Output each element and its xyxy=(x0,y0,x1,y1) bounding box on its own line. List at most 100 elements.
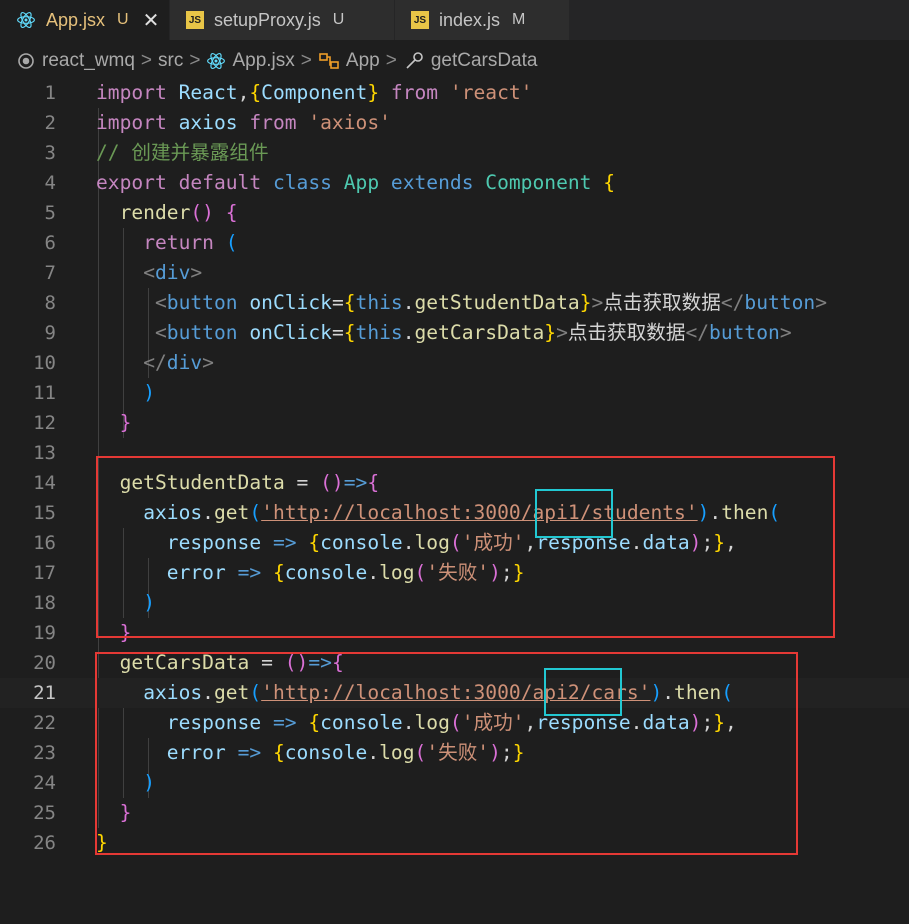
code-text: import axios from 'axios' xyxy=(96,108,391,138)
code-token: < xyxy=(154,291,167,314)
tab-status-badge: M xyxy=(512,11,526,28)
line-number: 9 xyxy=(44,322,56,344)
highlight-api2-box xyxy=(544,668,622,716)
tab-setupproxy-js[interactable]: JS setupProxy.js U xyxy=(170,0,395,40)
code-token: } xyxy=(119,411,132,434)
code-token: import xyxy=(96,81,167,104)
code-line[interactable]: 1 import React,{Component} from 'react' xyxy=(0,78,909,108)
code-token: axios xyxy=(178,111,238,134)
breadcrumb-item[interactable]: App xyxy=(318,50,380,72)
tab-index-js[interactable]: JS index.js M xyxy=(395,0,570,40)
code-line[interactable]: 11 ) xyxy=(0,378,909,408)
code-text: <button onClick={this.getStudentData}>点击… xyxy=(96,288,827,318)
code-text: render() { xyxy=(96,198,238,228)
line-number: 4 xyxy=(44,172,56,194)
code-line[interactable]: 12 } xyxy=(0,408,909,438)
code-line[interactable]: 5 render() { xyxy=(0,198,909,228)
line-number: 22 xyxy=(33,712,56,734)
code-token: export xyxy=(96,171,167,194)
line-number: 12 xyxy=(33,412,56,434)
code-token: from xyxy=(390,81,439,104)
code-token: { xyxy=(249,81,262,104)
line-number: 24 xyxy=(33,772,56,794)
code-token: button xyxy=(166,321,238,344)
code-token: React xyxy=(178,81,238,104)
highlight-getStudentData-box xyxy=(96,456,835,638)
code-token: button xyxy=(709,321,780,344)
code-text: } xyxy=(96,408,132,438)
tab-label: setupProxy.js xyxy=(214,9,321,30)
code-token: { xyxy=(603,171,616,194)
breadcrumb-item[interactable]: getCarsData xyxy=(403,50,538,72)
code-token: extends xyxy=(390,171,474,194)
line-number: 17 xyxy=(33,562,56,584)
code-line[interactable]: 4 export default class App extends Compon… xyxy=(0,168,909,198)
line-number: 19 xyxy=(33,622,56,644)
code-token: > xyxy=(190,261,203,284)
code-token: ) xyxy=(143,381,155,404)
close-icon[interactable]: ✕ xyxy=(143,8,160,33)
breadcrumb: react_wmq > src > App.jsx > App > getCarsData xyxy=(0,40,909,82)
code-text: ) xyxy=(96,378,155,408)
code-text: <div> xyxy=(96,258,202,288)
code-token: from xyxy=(249,111,297,134)
code-token: button xyxy=(744,291,816,314)
code-line[interactable]: 2 import axios from 'axios' xyxy=(0,108,909,138)
code-token: // 创建并暴露组件 xyxy=(96,141,269,164)
code-token: } xyxy=(367,81,380,104)
code-token: } xyxy=(544,321,557,344)
breadcrumb-item[interactable]: react_wmq xyxy=(16,50,135,72)
code-token: () xyxy=(190,201,214,224)
tab-app-jsx[interactable]: App.jsx U ✕ xyxy=(0,0,170,40)
code-line[interactable]: 10 </div> xyxy=(0,348,909,378)
code-token: > xyxy=(779,321,792,344)
breadcrumb-label: getCarsData xyxy=(430,50,538,71)
code-token: , xyxy=(237,81,250,104)
code-token: { xyxy=(343,321,356,344)
highlight-getCarsData-box xyxy=(95,652,798,855)
code-text: </div> xyxy=(96,348,214,378)
line-number: 25 xyxy=(33,802,56,824)
code-token: getCarsData xyxy=(414,321,545,344)
code-line[interactable]: 8 <button onClick={this.getStudentData}>… xyxy=(0,288,909,318)
code-text: // 创建并暴露组件 xyxy=(96,138,269,168)
code-token: ( xyxy=(225,231,238,254)
js-file-icon: JS xyxy=(411,11,429,29)
code-token: 点击获取数据 xyxy=(603,291,721,314)
code-token: = xyxy=(331,321,344,344)
class-icon xyxy=(318,51,346,71)
code-token: button xyxy=(166,291,238,314)
code-token: > xyxy=(556,321,568,344)
code-line[interactable]: 3 // 创建并暴露组件 xyxy=(0,138,909,168)
line-number: 2 xyxy=(44,112,56,134)
code-token: render xyxy=(119,201,191,224)
code-token: < xyxy=(143,261,155,284)
react-icon xyxy=(16,10,36,30)
code-token: . xyxy=(402,291,415,314)
line-number: 15 xyxy=(33,502,56,524)
code-line[interactable]: 9 <button onClick={this.getCarsData}>点击获… xyxy=(0,318,909,348)
code-line[interactable]: 6 return ( xyxy=(0,228,909,258)
js-file-icon: JS xyxy=(186,11,204,29)
breadcrumb-item[interactable]: src xyxy=(158,50,183,72)
react-icon xyxy=(206,51,232,71)
code-token: Component xyxy=(485,171,592,194)
breadcrumb-label: App xyxy=(345,50,380,71)
code-line[interactable]: 7 <div> xyxy=(0,258,909,288)
breadcrumb-label: App.jsx xyxy=(232,50,295,71)
line-number: 14 xyxy=(33,472,56,494)
breadcrumb-item[interactable]: App.jsx xyxy=(206,50,295,72)
code-token: class xyxy=(272,171,332,194)
